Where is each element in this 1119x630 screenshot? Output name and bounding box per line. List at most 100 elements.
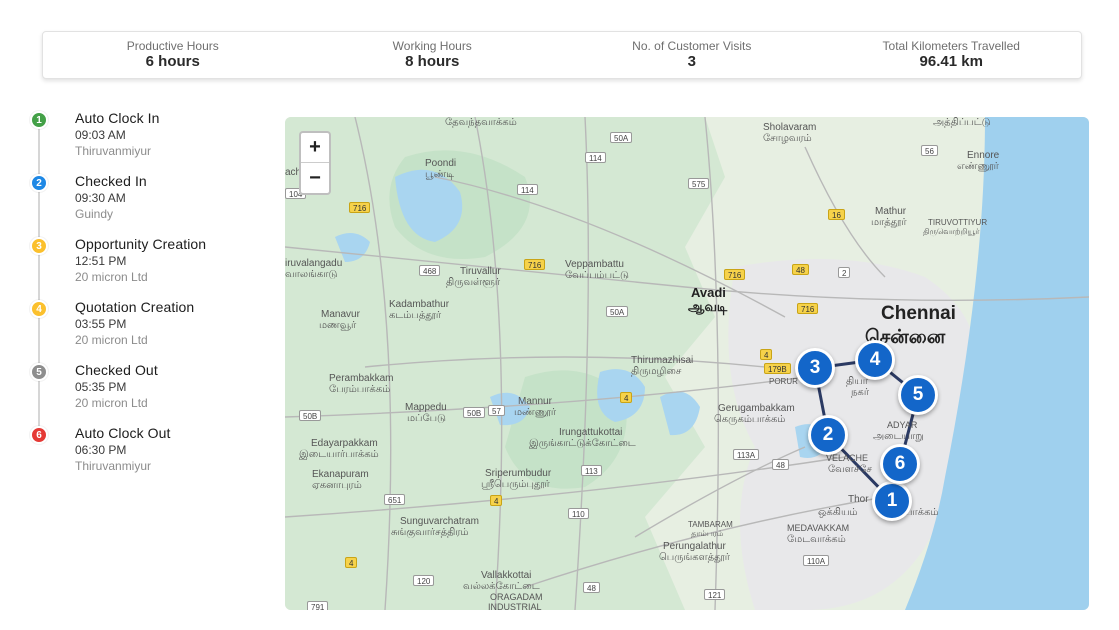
road-badge: 716 <box>524 259 546 270</box>
timeline-item[interactable]: 1 Auto Clock In 09:03 AM Thiruvanmiyur <box>28 108 268 168</box>
map-place-label: Manavur <box>321 309 360 320</box>
step-number-badge: 1 <box>30 111 48 129</box>
timeline-title: Opportunity Creation <box>75 236 207 252</box>
road-badge: 4 <box>760 349 773 360</box>
road-badge: 50B <box>299 410 322 421</box>
map-place-label: இருங்காட்டுக்கோட்டை <box>529 438 636 449</box>
route-marker-6[interactable]: 6 <box>880 444 920 484</box>
map-place-label: Sunguvarchatram <box>400 516 479 527</box>
map-place-label: வல்லக்கோட்டை <box>463 581 540 592</box>
road-badge: 716 <box>349 202 371 213</box>
road-badge: 716 <box>797 303 819 314</box>
timeline-item[interactable]: 6 Auto Clock Out 06:30 PM Thiruvanmiyur <box>28 423 268 483</box>
map-place-label: Ekanapuram <box>312 469 369 480</box>
map-place-label: Edayarpakkam <box>311 438 378 449</box>
activity-timeline: 1 Auto Clock In 09:03 AM Thiruvanmiyur 2… <box>28 108 268 488</box>
road-badge: 110A <box>803 555 830 566</box>
timeline-item[interactable]: 3 Opportunity Creation 12:51 PM 20 micro… <box>28 234 268 294</box>
road-badge: 113 <box>581 465 602 476</box>
road-badge: 48 <box>583 582 600 593</box>
map-place-label: கடம்பத்தூர் <box>389 310 442 321</box>
zoom-controls: + − <box>299 131 331 195</box>
stat-value: 96.41 km <box>919 53 983 70</box>
road-badge: 4 <box>345 557 358 568</box>
timeline-item[interactable]: 5 Checked Out 05:35 PM 20 micron Ltd <box>28 360 268 420</box>
map-city-label: Chennai <box>881 303 956 324</box>
road-badge: 50B <box>463 407 486 418</box>
map-place-label: Mannur <box>518 396 552 407</box>
map-place-label: Ennore <box>967 150 1000 161</box>
timeline-time: 09:03 AM <box>75 128 126 142</box>
route-marker-2[interactable]: 2 <box>808 415 848 455</box>
timeline-location: 20 micron Ltd <box>75 270 148 284</box>
road-badge: 113A <box>733 449 760 460</box>
road-badge: 791 <box>307 601 329 610</box>
map-city-label: ஆவடி <box>688 299 728 314</box>
zoom-in-button[interactable]: + <box>301 133 329 163</box>
road-badge: 16 <box>828 209 845 220</box>
step-number-badge: 4 <box>30 300 48 318</box>
timeline-item[interactable]: 4 Quotation Creation 03:55 PM 20 micron … <box>28 297 268 357</box>
map-place-label: அத்திப்பட்டு <box>933 117 991 128</box>
map-place-label: நகர் <box>851 387 870 398</box>
map-place-label: அடையாறு <box>873 431 924 442</box>
route-marker-3[interactable]: 3 <box>795 348 835 388</box>
map-place-label: Kadambathur <box>389 299 450 310</box>
map-place-label: Thirumazhisai <box>631 355 694 366</box>
road-badge: 4 <box>490 495 503 506</box>
map-place-label: Mappedu <box>405 402 447 413</box>
map-place-label: Veppambattu <box>565 259 624 270</box>
map-place-label: மேடவாக்கம் <box>787 534 846 545</box>
route-marker-4[interactable]: 4 <box>855 340 895 380</box>
stat-label: No. of Customer Visits <box>632 39 752 53</box>
map-place-label: எண்ணூர் <box>957 161 999 172</box>
map-place-label: Mathur <box>875 206 907 217</box>
road-badge: 716 <box>724 269 746 280</box>
map-place-label: Thor <box>848 494 869 505</box>
map-place-label: பேரம்பாக்கம் <box>329 384 391 395</box>
map-place-label: VELACHE <box>826 453 869 463</box>
route-marker-1[interactable]: 1 <box>872 481 912 521</box>
timeline-title: Checked Out <box>75 362 158 378</box>
timeline-time: 12:51 PM <box>75 254 127 268</box>
map-place-label: மணவூர் <box>319 320 357 331</box>
map-place-label: தேவந்தவாக்கம் <box>445 117 517 128</box>
map-place-label: Irungattukottai <box>559 427 623 438</box>
map-place-label: இடையார்பாக்கம் <box>299 449 379 460</box>
route-marker-5[interactable]: 5 <box>898 375 938 415</box>
road-badge: 114 <box>517 184 538 195</box>
map-place-label: பெருங்களத்தூர் <box>659 552 730 563</box>
stat-label: Total Kilometers Travelled <box>882 39 1020 53</box>
timeline-time: 05:35 PM <box>75 380 127 394</box>
timeline-item[interactable]: 2 Checked In 09:30 AM Guindy <box>28 171 268 231</box>
stat-value: 8 hours <box>405 53 460 70</box>
timeline-location: 20 micron Ltd <box>75 333 148 347</box>
route-map[interactable]: தேவந்தவாக்கம் Sholavaram சோழவரம் அத்திப்… <box>285 117 1089 610</box>
road-badge: 120 <box>413 575 435 586</box>
road-badge: 110 <box>568 508 589 519</box>
road-badge: 651 <box>384 494 406 505</box>
map-place-label: iruvalangadu <box>285 258 343 269</box>
road-badge: 4 <box>620 392 633 403</box>
step-number-badge: 5 <box>30 363 48 381</box>
map-place-label: Gerugambakkam <box>718 403 795 414</box>
map-place-label: ஏகனாபுரம் <box>312 480 362 491</box>
timeline-time: 03:55 PM <box>75 317 127 331</box>
road-badge: 114 <box>585 152 606 163</box>
map-place-label: MEDAVAKKAM <box>787 523 850 533</box>
road-badge: 468 <box>419 265 441 276</box>
map-place-label: வேளச்சே <box>828 464 872 475</box>
map-place-label: ஒக்கியம் <box>818 507 858 518</box>
map-place-label: திருவள்ளூர் <box>446 277 501 288</box>
zoom-out-button[interactable]: − <box>301 163 329 193</box>
map-place-label: திருவொற்றியூர் <box>923 227 980 236</box>
timeline-title: Auto Clock In <box>75 110 160 126</box>
road-badge: 57 <box>488 405 505 416</box>
stat-working-hours: Working Hours 8 hours <box>303 32 563 78</box>
map-place-label: ADYAR <box>887 420 918 430</box>
timeline-location: Guindy <box>75 207 114 221</box>
map-place-label: சோழவரம் <box>763 133 812 144</box>
map-place-label: கெருகம்பாக்கம் <box>714 414 786 425</box>
stat-label: Productive Hours <box>126 39 219 53</box>
map-place-label: Perambakkam <box>329 373 394 384</box>
